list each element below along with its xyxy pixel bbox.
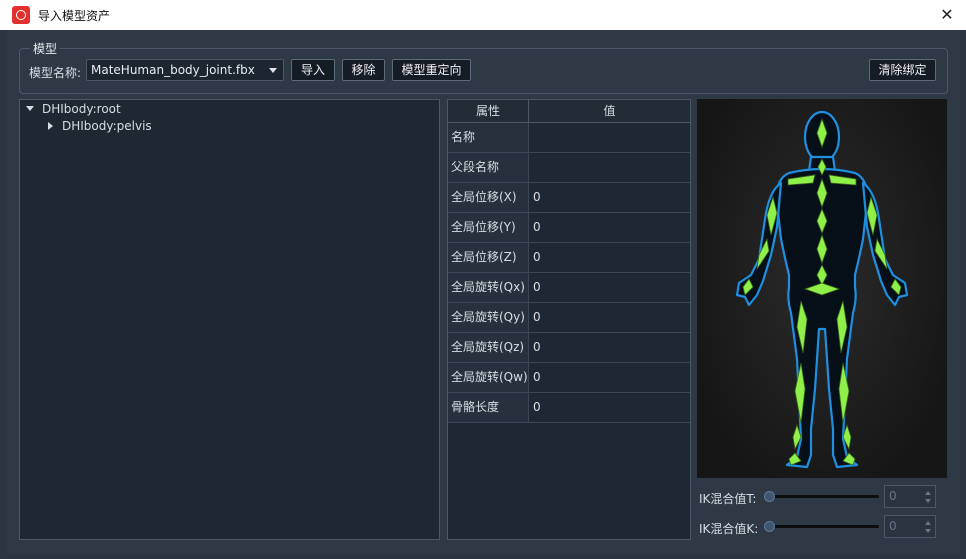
retarget-button[interactable]: 模型重定向: [392, 59, 471, 81]
ik-blend-k-spinbox[interactable]: 0: [884, 515, 936, 538]
remove-button[interactable]: 移除: [342, 59, 385, 81]
property-value-cell[interactable]: 0: [529, 243, 690, 272]
title-bar: 导入模型资产 ✕: [0, 0, 966, 30]
model-name-label: 模型名称:: [29, 66, 82, 80]
ik-blend-k-row: IK混合值K: 0: [697, 515, 947, 539]
property-value-cell[interactable]: 0: [529, 363, 690, 392]
close-icon[interactable]: ✕: [938, 6, 956, 24]
column-header-value: 值: [529, 100, 690, 123]
property-table: 属性 值 名称 父段名称 全局位移(X) 0 全局位移(Y) 0 全局位移(Z) 0 全局旋转(…: [447, 99, 691, 540]
ik-blend-t-slider-track[interactable]: [769, 495, 879, 498]
property-value-cell[interactable]: 0: [529, 333, 690, 362]
property-name-cell: 全局位移(Y): [448, 213, 529, 242]
tree-item-label: DHIbody:pelvis: [62, 119, 152, 133]
ik-blend-t-row: IK混合值T: 0: [697, 485, 947, 509]
clear-binding-button[interactable]: 清除绑定: [869, 59, 936, 81]
property-name-cell: 全局位移(X): [448, 183, 529, 212]
property-name-cell: 全局旋转(Qy): [448, 303, 529, 332]
spin-up-icon[interactable]: [925, 521, 931, 525]
property-name-cell: 全局旋转(Qz): [448, 333, 529, 362]
import-button[interactable]: 导入: [291, 59, 335, 81]
tree-item-root[interactable]: DHIbody:root: [20, 101, 420, 117]
app-logo-icon: [12, 6, 30, 24]
table-row[interactable]: 全局旋转(Qw) 0: [448, 363, 690, 393]
ik-blend-k-slider-handle[interactable]: [764, 521, 775, 532]
skeleton-tree[interactable]: DHIbody:root DHIbody:pelvis: [19, 99, 440, 540]
window-title: 导入模型资产: [38, 8, 111, 23]
property-name-cell: 全局旋转(Qw): [448, 363, 529, 392]
table-row[interactable]: 全局旋转(Qy) 0: [448, 303, 690, 333]
property-name-cell: 名称: [448, 123, 529, 152]
model-select[interactable]: MateHuman_body_joint.fbx: [86, 59, 284, 81]
ik-blend-k-slider-track[interactable]: [769, 525, 879, 528]
ik-blend-t-slider-handle[interactable]: [764, 491, 775, 502]
property-name-cell: 全局位移(Z): [448, 243, 529, 272]
ik-blend-t-value: 0: [889, 489, 897, 503]
bone-markers: [742, 117, 902, 466]
tree-item-label: DHIbody:root: [42, 102, 121, 116]
spin-down-icon[interactable]: [925, 529, 931, 533]
table-row[interactable]: 全局位移(Y) 0: [448, 213, 690, 243]
tree-item-pelvis[interactable]: DHIbody:pelvis: [20, 118, 420, 134]
ik-blend-k-label: IK混合值K:: [699, 522, 759, 536]
model-select-value: MateHuman_body_joint.fbx: [91, 63, 255, 77]
table-row[interactable]: 名称: [448, 123, 690, 153]
table-row[interactable]: 全局旋转(Qx) 0: [448, 273, 690, 303]
table-row[interactable]: 骨骼长度 0: [448, 393, 690, 423]
property-value-cell[interactable]: 0: [529, 213, 690, 242]
property-value-cell[interactable]: 0: [529, 183, 690, 212]
table-row[interactable]: 全局旋转(Qz) 0: [448, 333, 690, 363]
table-row[interactable]: 全局位移(Z) 0: [448, 243, 690, 273]
property-value-cell[interactable]: 0: [529, 303, 690, 332]
property-name-cell: 全局旋转(Qx): [448, 273, 529, 302]
property-name-cell: 父段名称: [448, 153, 529, 182]
body-skeleton-figure: [735, 110, 909, 469]
property-value-cell[interactable]: [529, 123, 690, 152]
collapse-arrow-icon[interactable]: [48, 122, 53, 130]
spin-down-icon[interactable]: [925, 499, 931, 503]
property-name-cell: 骨骼长度: [448, 393, 529, 422]
ik-blend-t-label: IK混合值T:: [699, 492, 757, 506]
expand-arrow-icon[interactable]: [26, 106, 34, 111]
ik-blend-k-value: 0: [889, 519, 897, 533]
chevron-down-icon: [269, 68, 277, 73]
table-row[interactable]: 父段名称: [448, 153, 690, 183]
column-header-property: 属性: [448, 100, 529, 123]
dialog-body: 模型 模型名称: MateHuman_body_joint.fbx 导入 移除 …: [6, 30, 960, 554]
property-value-cell[interactable]: [529, 153, 690, 182]
spin-up-icon[interactable]: [925, 491, 931, 495]
model-groupbox: 模型 模型名称: MateHuman_body_joint.fbx 导入 移除 …: [19, 40, 948, 94]
property-value-cell[interactable]: 0: [529, 273, 690, 302]
ik-blend-t-spinbox[interactable]: 0: [884, 485, 936, 508]
table-row[interactable]: 全局位移(X) 0: [448, 183, 690, 213]
groupbox-title: 模型: [30, 40, 61, 57]
property-value-cell[interactable]: 0: [529, 393, 690, 422]
skeleton-preview: [697, 99, 947, 478]
